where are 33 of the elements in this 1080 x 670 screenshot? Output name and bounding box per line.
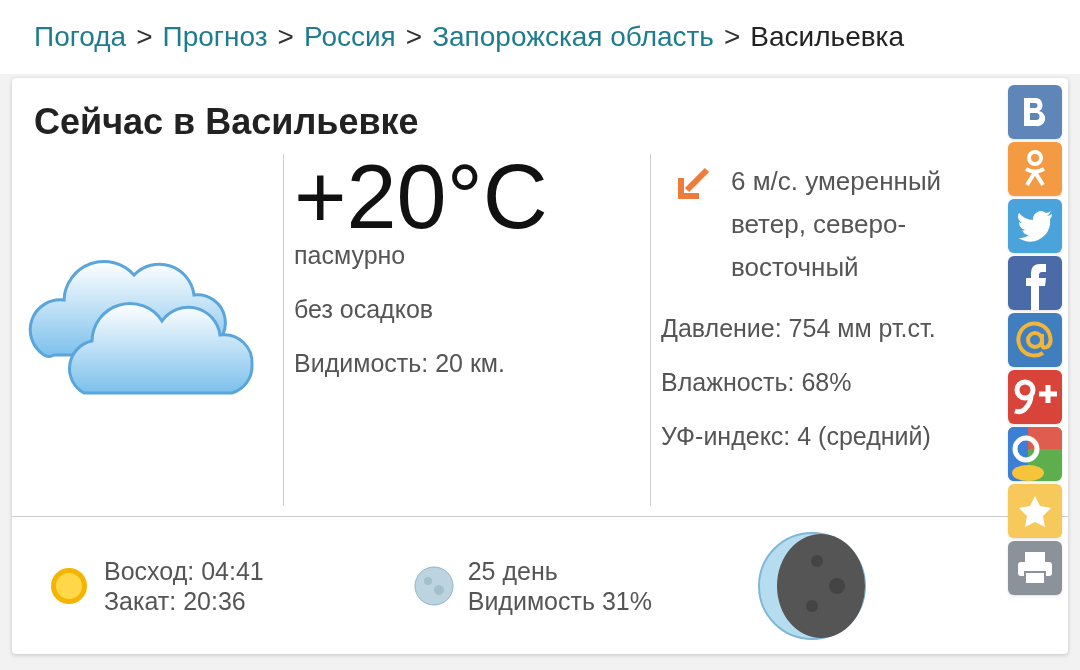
breadcrumb-separator: > xyxy=(405,20,423,54)
share-icon[interactable] xyxy=(1008,199,1062,253)
breadcrumb-link[interactable]: Прогноз xyxy=(162,16,268,58)
share-icon[interactable] xyxy=(1008,313,1062,367)
share-icon[interactable] xyxy=(1008,142,1062,196)
breadcrumb-separator: > xyxy=(136,20,153,54)
sun-time: Закат: 20:36 xyxy=(104,585,247,616)
breadcrumb-separator: > xyxy=(723,20,741,54)
breadcrumb-current: Васильевка xyxy=(750,20,905,54)
moon-phase-icon xyxy=(756,530,867,641)
share-icon[interactable] xyxy=(1008,427,1062,481)
moon-text: Видимость 31% xyxy=(467,585,652,616)
detail-text: УФ-индекс: 4 (средний) xyxy=(661,421,932,451)
breadcrumb-separator: > xyxy=(277,20,294,54)
detail-text: Влажность: 68% xyxy=(661,367,853,397)
wind-text: 6 м/с. умеренный ветер, северо-восточный xyxy=(661,160,1006,289)
print-icon[interactable] xyxy=(1008,541,1062,595)
moon-icon xyxy=(413,565,454,606)
arrow-icon xyxy=(677,166,711,200)
temperature: +20°C xyxy=(294,154,549,240)
share-icon[interactable] xyxy=(1008,256,1062,310)
condition-text: Видимость: 20 км. xyxy=(294,348,506,378)
moon-text: 25 день xyxy=(467,555,559,586)
detail-text: Давление: 754 мм рт.ст. xyxy=(661,313,937,343)
breadcrumb-link[interactable]: Погода xyxy=(34,16,127,58)
condition-text: без осадков xyxy=(294,294,435,324)
sun-time: Восход: 04:41 xyxy=(104,555,264,586)
breadcrumb-link[interactable]: Запорожская область xyxy=(432,16,714,58)
share-icon[interactable] xyxy=(1008,85,1062,139)
card-title: Сейчас в Васильевке xyxy=(34,100,419,144)
breadcrumb-link[interactable]: Россия xyxy=(303,16,396,58)
share-icon[interactable] xyxy=(1008,370,1062,424)
condition-text: пасмурно xyxy=(294,240,407,270)
